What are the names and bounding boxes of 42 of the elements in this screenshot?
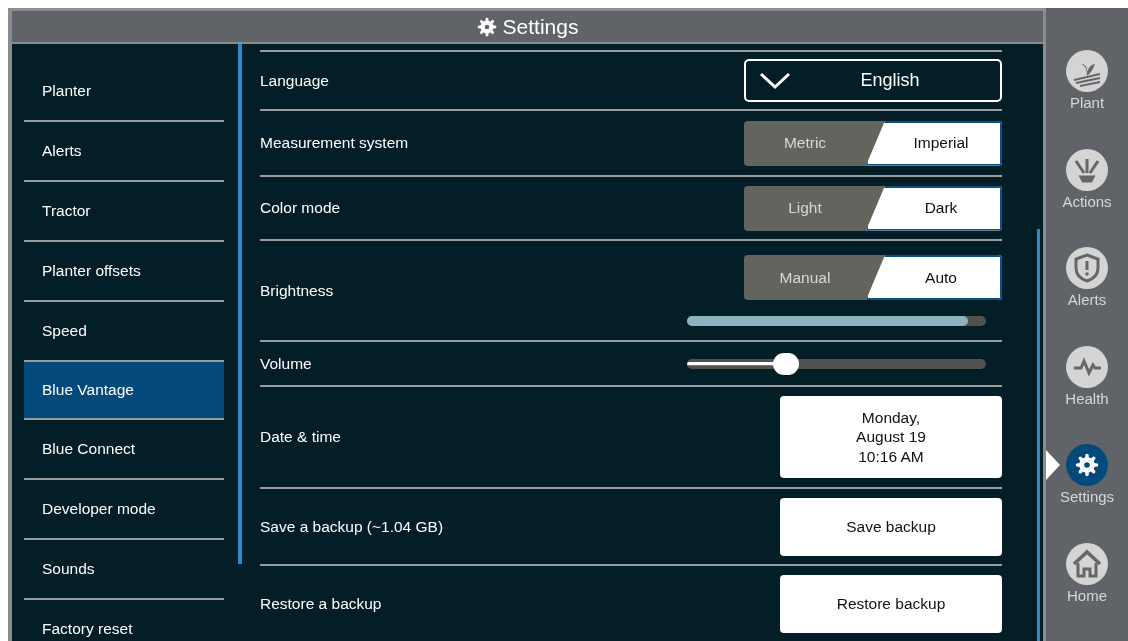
toggle-option[interactable]: Light — [744, 185, 866, 231]
gear-icon — [476, 16, 497, 37]
setting-label: Language — [260, 70, 329, 91]
setting-label: Volume — [260, 353, 312, 374]
nav-button[interactable]: Plant — [1046, 50, 1128, 149]
setting-label: Restore a backup — [260, 593, 382, 614]
nav-button[interactable]: Alerts — [1046, 247, 1128, 346]
setting-label: Date & time — [260, 427, 341, 448]
toggle-option[interactable]: Metric — [744, 120, 866, 166]
toggle-option[interactable]: Manual — [744, 255, 866, 300]
setting-label: Brightness — [260, 280, 334, 301]
toggle-option[interactable]: Auto — [866, 255, 1002, 300]
sidebar-item[interactable]: Developer mode — [24, 480, 224, 540]
sidebar-item[interactable]: Blue Vantage — [24, 360, 224, 420]
nav-button[interactable]: Settings — [1046, 444, 1128, 543]
segmented-toggle[interactable]: Light Dark — [744, 185, 1002, 231]
setting-label: Save a backup (~1.04 GB) — [260, 516, 444, 537]
sidebar-item[interactable]: Planter offsets — [24, 242, 224, 302]
toggle-option[interactable]: Imperial — [866, 120, 1002, 166]
pointer-icon — [1046, 450, 1060, 480]
sidebar-item[interactable]: Factory reset — [24, 600, 224, 641]
slider-thumb[interactable] — [772, 352, 799, 375]
language-dropdown[interactable]: English — [744, 59, 1002, 102]
setting-label: Measurement system — [260, 133, 409, 154]
action-button[interactable]: Restore backup — [780, 574, 1002, 633]
toggle-option[interactable]: Dark — [866, 185, 1002, 231]
sidebar-item[interactable]: Planter — [24, 62, 224, 122]
volume-slider[interactable] — [687, 352, 986, 375]
nav-button[interactable]: Home — [1046, 542, 1128, 641]
sidebar-item[interactable]: Sounds — [24, 540, 224, 600]
nav-button[interactable]: Health — [1046, 345, 1128, 444]
segmented-toggle[interactable]: Manual Auto — [744, 255, 1002, 300]
sidebar-item[interactable]: Blue Connect — [24, 420, 224, 480]
nav-button[interactable]: Actions — [1046, 148, 1128, 247]
action-button[interactable]: Save backup — [780, 497, 1002, 556]
setting-label: Color mode — [260, 198, 341, 219]
sidebar-item[interactable]: Tractor — [24, 182, 224, 242]
window-title: Settings — [502, 13, 579, 40]
chevron-down-icon — [758, 70, 792, 91]
sidebar-item[interactable]: Alerts — [24, 122, 224, 182]
segmented-toggle[interactable]: Metric Imperial — [744, 120, 1002, 166]
action-button[interactable]: Monday, August 19 10:16 AM — [780, 396, 1002, 478]
